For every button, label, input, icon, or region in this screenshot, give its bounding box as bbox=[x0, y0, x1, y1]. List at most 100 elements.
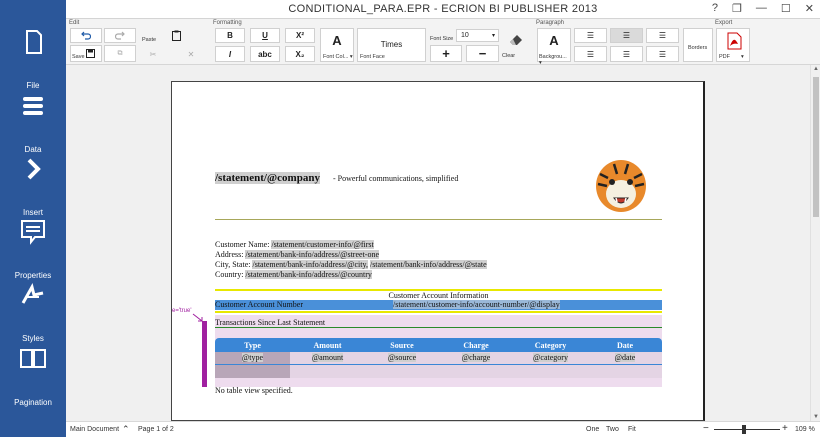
city-field[interactable]: /statement/bank-info/address/@city, bbox=[252, 260, 368, 269]
table-cell[interactable]: @amount bbox=[290, 353, 365, 362]
tiger-logo-icon bbox=[596, 160, 646, 212]
close-button[interactable]: ✕ bbox=[805, 2, 814, 15]
table-cell[interactable]: @date bbox=[588, 353, 662, 362]
save-button[interactable]: Save bbox=[70, 45, 102, 62]
borders-button[interactable]: Borders bbox=[683, 28, 713, 62]
green-rule bbox=[215, 327, 662, 328]
restore-button[interactable]: ❐ bbox=[732, 2, 742, 15]
vertical-scrollbar[interactable]: ▲ ▼ bbox=[810, 65, 820, 421]
zoom-slider[interactable] bbox=[714, 429, 780, 430]
italic-button[interactable]: I bbox=[215, 46, 245, 62]
view-fit-button[interactable]: Fit bbox=[628, 426, 636, 433]
condition-marker[interactable]: e='true' bbox=[172, 308, 191, 314]
paste-label: Paste bbox=[142, 37, 157, 43]
indent-button[interactable]: ☰ bbox=[646, 46, 679, 62]
sidebar-item-label: Styles bbox=[22, 334, 44, 343]
save-icon bbox=[86, 49, 95, 58]
table-header-cell[interactable]: Amount bbox=[290, 341, 365, 350]
sidebar-item-pagination[interactable]: Pagination bbox=[0, 345, 66, 407]
export-pdf-button[interactable]: PDF ▾ bbox=[716, 28, 750, 62]
maximize-button[interactable]: ☐ bbox=[781, 2, 791, 15]
main-document-selector[interactable]: Main Document bbox=[70, 426, 119, 433]
country-field[interactable]: /statement/bank-info/address/@country bbox=[245, 270, 372, 279]
sidebar-item-properties[interactable]: Properties bbox=[0, 218, 66, 280]
sidebar-item-file[interactable]: File bbox=[0, 28, 66, 90]
copy-format-button[interactable]: ⧉ bbox=[104, 45, 136, 62]
align-center-icon: ☰ bbox=[622, 31, 631, 40]
table-header-cell[interactable]: Type bbox=[215, 341, 290, 350]
chevron-up-icon[interactable]: ⌃ bbox=[122, 424, 130, 435]
font-size-increase-button[interactable]: + bbox=[430, 45, 462, 62]
font-color-icon: A bbox=[332, 33, 342, 48]
table-header-cell[interactable]: Category bbox=[513, 341, 588, 350]
state-field[interactable]: /statement/bank-info/address/@state bbox=[369, 260, 487, 269]
view-two-button[interactable]: Two bbox=[606, 426, 619, 433]
document-page[interactable]: /statement/@company - Powerful communica… bbox=[171, 81, 705, 421]
align-center-button[interactable]: ☰ bbox=[610, 28, 643, 43]
address-field[interactable]: /statement/bank-info/address/@street-one bbox=[245, 250, 379, 259]
borders-label: Borders bbox=[688, 45, 708, 51]
sidebar-item-insert[interactable]: Insert bbox=[0, 155, 66, 217]
font-face-label: Font Face bbox=[360, 54, 385, 60]
bold-button[interactable]: B bbox=[215, 28, 245, 43]
font-color-label: Font Col... ▾ bbox=[323, 54, 353, 60]
sidebar-item-data[interactable]: Data bbox=[0, 92, 66, 154]
document-canvas[interactable]: /statement/@company - Powerful communica… bbox=[66, 65, 810, 421]
outdent-icon: ☰ bbox=[622, 49, 631, 59]
background-color-button[interactable]: A Backgrou... ▾ bbox=[537, 28, 571, 66]
clear-button[interactable]: Clear bbox=[500, 28, 532, 62]
group-label-export: Export bbox=[715, 20, 733, 26]
table-header-cell[interactable]: Source bbox=[365, 341, 439, 350]
outdent-button[interactable]: ☰ bbox=[610, 46, 643, 62]
customer-name-field[interactable]: /statement/customer-info/@first bbox=[271, 240, 374, 249]
account-number-field[interactable]: /statement/customer-info/account-number/… bbox=[393, 300, 560, 309]
row-divider bbox=[215, 364, 662, 365]
sidebar: File Data Insert Properties Styles Pagin… bbox=[0, 0, 66, 437]
table-row[interactable]: @type @amount @source @charge @category … bbox=[215, 352, 662, 378]
subscript-button[interactable]: X₂ bbox=[285, 46, 315, 62]
delete-button[interactable]: ✕ bbox=[184, 47, 198, 61]
copy-icon: ⧉ bbox=[117, 49, 123, 57]
help-button[interactable]: ? bbox=[712, 2, 718, 15]
view-one-button[interactable]: One bbox=[586, 426, 599, 433]
zoom-out-button[interactable]: − bbox=[703, 423, 709, 434]
font-face-select[interactable]: Times Font Face bbox=[357, 28, 426, 62]
company-field[interactable]: /statement/@company bbox=[215, 172, 320, 184]
paste-button[interactable] bbox=[169, 28, 183, 42]
minimize-button[interactable]: — bbox=[756, 2, 767, 15]
data-icon bbox=[23, 97, 43, 115]
pagination-icon bbox=[20, 349, 46, 368]
table-cell[interactable]: @type bbox=[215, 353, 290, 362]
scroll-down-icon[interactable]: ▼ bbox=[813, 414, 819, 420]
scrollbar-thumb[interactable] bbox=[813, 77, 819, 217]
table-cell[interactable]: @category bbox=[513, 353, 588, 362]
redo-button[interactable] bbox=[104, 28, 136, 43]
strikethrough-button[interactable]: abc bbox=[250, 46, 280, 62]
superscript-button[interactable]: X² bbox=[285, 28, 315, 43]
undo-button[interactable] bbox=[70, 28, 102, 43]
scroll-up-icon[interactable]: ▲ bbox=[813, 66, 819, 72]
font-size-select[interactable]: 10 ▾ bbox=[456, 29, 499, 42]
indent-icon: ☰ bbox=[658, 49, 667, 59]
table-header-cell[interactable]: Date bbox=[588, 341, 662, 350]
table-cell[interactable]: @source bbox=[365, 353, 439, 362]
title-bar: CONDITIONAL_PARA.EPR - ECRION BI PUBLISH… bbox=[66, 0, 820, 19]
align-right-button[interactable]: ☰ bbox=[646, 28, 679, 43]
cut-button[interactable]: ✂ bbox=[146, 47, 160, 61]
group-label-edit: Edit bbox=[69, 20, 80, 26]
zoom-in-button[interactable]: + bbox=[782, 423, 788, 434]
table-header-cell[interactable]: Charge bbox=[439, 341, 513, 350]
font-color-button[interactable]: A Font Col... ▾ bbox=[320, 28, 354, 62]
condition-bar[interactable] bbox=[202, 321, 207, 387]
styles-icon bbox=[21, 282, 44, 304]
status-bar: Main Document ⌃ Page 1 of 2 One Two Fit … bbox=[66, 421, 820, 437]
underline-button[interactable]: U bbox=[250, 28, 280, 43]
justify-button[interactable]: ☰ bbox=[574, 46, 607, 62]
table-cell[interactable]: @charge bbox=[439, 353, 513, 362]
font-size-decrease-button[interactable]: − bbox=[466, 45, 499, 62]
file-icon bbox=[26, 30, 42, 54]
sidebar-item-styles[interactable]: Styles bbox=[0, 281, 66, 343]
align-left-button[interactable]: ☰ bbox=[574, 28, 607, 43]
sidebar-item-label: Data bbox=[24, 145, 42, 154]
zoom-slider-thumb[interactable] bbox=[742, 425, 746, 434]
